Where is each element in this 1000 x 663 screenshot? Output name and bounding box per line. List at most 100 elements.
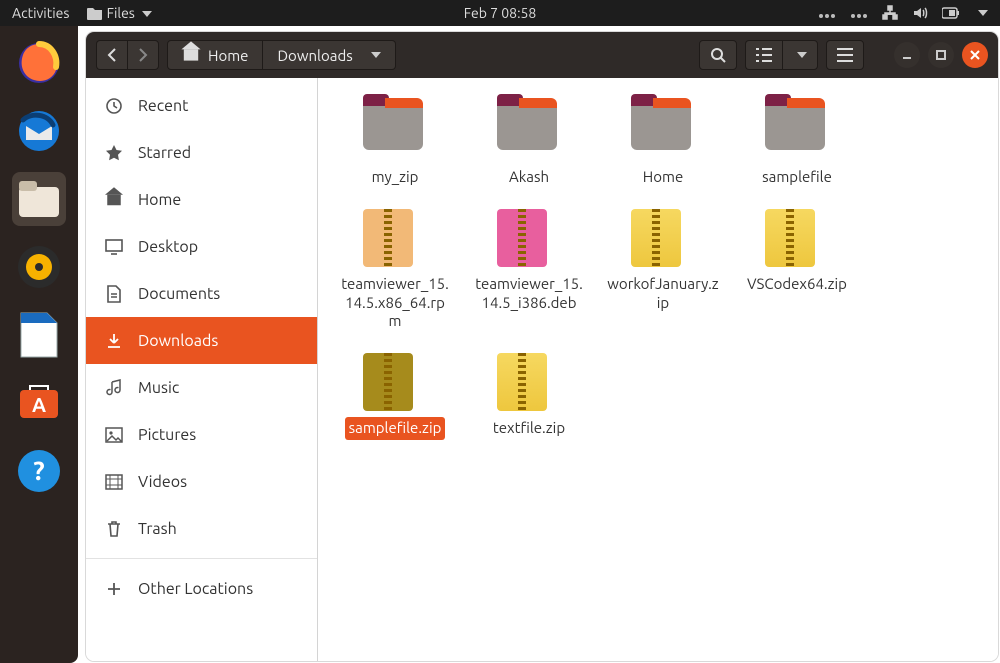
clock-icon (104, 97, 124, 115)
file-item[interactable]: my_zip (328, 102, 462, 189)
svg-text:?: ? (33, 456, 44, 485)
file-label: teamviewer_15.14.5.x86_64.rpm (335, 273, 455, 333)
plus-icon (104, 581, 124, 597)
activities-button[interactable]: Activities (12, 5, 69, 21)
forward-button[interactable] (127, 40, 159, 70)
download-icon (104, 332, 124, 350)
sidebar-other-locations[interactable]: Other Locations (86, 565, 317, 612)
file-item[interactable]: teamviewer_15.14.5.x86_64.rpm (328, 209, 462, 333)
path-bar: Home Downloads (167, 40, 396, 70)
chevron-left-icon (107, 48, 117, 62)
sidebar-item-recent[interactable]: Recent (86, 82, 317, 129)
rpm-icon (363, 209, 427, 267)
back-button[interactable] (96, 40, 127, 70)
file-label: Akash (505, 166, 553, 189)
sidebar-item-home[interactable]: Home (86, 176, 317, 223)
sidebar-item-documents[interactable]: Documents (86, 270, 317, 317)
file-item[interactable]: textfile.zip (462, 353, 596, 440)
music-icon (104, 379, 124, 397)
close-button[interactable] (962, 42, 988, 68)
sidebar-item-label: Recent (138, 97, 188, 115)
sidebar-item-label: Pictures (138, 426, 196, 444)
svg-text:A: A (32, 393, 46, 416)
sidebar-item-music[interactable]: Music (86, 364, 317, 411)
minimize-icon (901, 49, 913, 61)
file-item[interactable]: workofJanuary.zip (596, 209, 730, 333)
file-grid: my_zip Akash Home samplefile teamviewer_15.1… (318, 78, 998, 661)
maximize-button[interactable] (928, 42, 954, 68)
dock-firefox[interactable] (12, 36, 66, 90)
app-indicator[interactable]: Files (87, 5, 152, 21)
breadcrumb-home-label: Home (208, 47, 248, 64)
file-item[interactable]: VSCodex64.zip (730, 209, 864, 333)
sidebar-item-label: Other Locations (138, 580, 253, 598)
sidebar-item-label: Home (138, 191, 181, 209)
clock[interactable]: Feb 7 08:58 (464, 5, 537, 21)
top-panel: Activities Files Feb 7 08:58 (0, 0, 1000, 26)
chevron-right-icon (138, 48, 148, 62)
volume-icon[interactable] (912, 5, 928, 21)
breadcrumb-current-label: Downloads (277, 47, 352, 64)
sidebar-item-label: Documents (138, 285, 220, 303)
file-label: VSCodex64.zip (743, 273, 851, 296)
file-label: samplefile.zip (345, 417, 446, 440)
titlebar: Home Downloads (86, 32, 998, 78)
folder-icon (87, 6, 103, 20)
sidebar-item-trash[interactable]: Trash (86, 505, 317, 552)
tray-indicator-2[interactable] (850, 5, 868, 21)
sidebar-item-videos[interactable]: Videos (86, 458, 317, 505)
view-list-button[interactable] (745, 40, 782, 70)
file-item[interactable]: Akash (462, 102, 596, 189)
folder-icon (497, 102, 561, 160)
hamburger-icon (837, 48, 853, 62)
dock: A ? (0, 26, 78, 663)
chevron-down-icon (142, 11, 152, 17)
sidebar: Recent Starred Home Desktop Documents Downloa… (86, 78, 318, 661)
close-icon (969, 49, 981, 61)
network-icon[interactable] (882, 5, 898, 21)
file-item[interactable]: samplefile.zip (328, 353, 462, 440)
file-item[interactable]: Home (596, 102, 730, 189)
breadcrumb-home[interactable]: Home (167, 40, 263, 70)
zip-icon (631, 209, 695, 267)
home-icon (104, 193, 124, 207)
dock-rhythmbox[interactable] (12, 240, 66, 294)
dock-libreoffice[interactable] (12, 308, 66, 362)
zip-icon (497, 353, 561, 411)
home-icon (184, 49, 198, 60)
sidebar-item-label: Downloads (138, 332, 218, 350)
sidebar-item-label: Starred (138, 144, 191, 162)
dock-help[interactable]: ? (12, 444, 66, 498)
folder-icon (363, 102, 427, 160)
file-item[interactable]: teamviewer_15.14.5_i386.deb (462, 209, 596, 333)
tray-indicator-1[interactable] (818, 5, 836, 21)
sidebar-item-pictures[interactable]: Pictures (86, 411, 317, 458)
search-button[interactable] (699, 40, 737, 70)
sidebar-item-label: Music (138, 379, 179, 397)
view-dropdown-button[interactable] (782, 40, 818, 70)
file-label: textfile.zip (489, 417, 569, 440)
chevron-down-icon (797, 52, 807, 58)
sidebar-item-starred[interactable]: Starred (86, 129, 317, 176)
desktop-icon (104, 239, 124, 255)
sidebar-item-label: Desktop (138, 238, 198, 256)
minimize-button[interactable] (894, 42, 920, 68)
sidebar-item-downloads[interactable]: Downloads (86, 317, 317, 364)
dock-software[interactable]: A (12, 376, 66, 430)
dock-thunderbird[interactable] (12, 104, 66, 158)
zip-olive-icon (363, 353, 427, 411)
app-indicator-label: Files (107, 5, 135, 21)
file-item[interactable]: samplefile (730, 102, 864, 189)
file-label: samplefile (758, 166, 836, 189)
system-menu-chevron-icon[interactable] (978, 10, 988, 16)
video-icon (104, 474, 124, 490)
breadcrumb-current[interactable]: Downloads (263, 40, 395, 70)
sidebar-item-desktop[interactable]: Desktop (86, 223, 317, 270)
dock-files[interactable] (12, 172, 66, 226)
file-label: workofJanuary.zip (603, 273, 723, 315)
battery-icon[interactable] (942, 7, 960, 19)
hamburger-menu-button[interactable] (826, 40, 864, 70)
doc-icon (104, 285, 124, 303)
folder-icon (765, 102, 829, 160)
nav-back-forward (96, 40, 159, 70)
